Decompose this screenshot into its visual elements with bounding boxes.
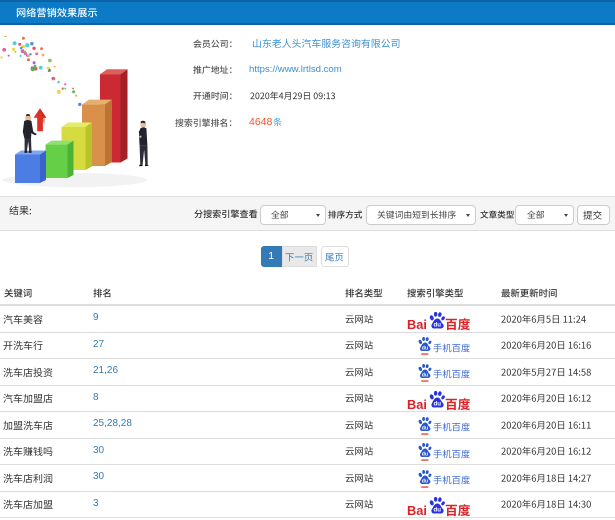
svg-text:du: du (422, 346, 428, 352)
svg-text:du: du (433, 321, 441, 328)
svg-text:du: du (422, 372, 428, 378)
svg-text:du: du (422, 478, 428, 484)
svg-text:du: du (433, 507, 441, 514)
svg-text:du: du (433, 401, 441, 408)
svg-text:du: du (422, 425, 428, 431)
svg-text:du: du (422, 452, 428, 458)
